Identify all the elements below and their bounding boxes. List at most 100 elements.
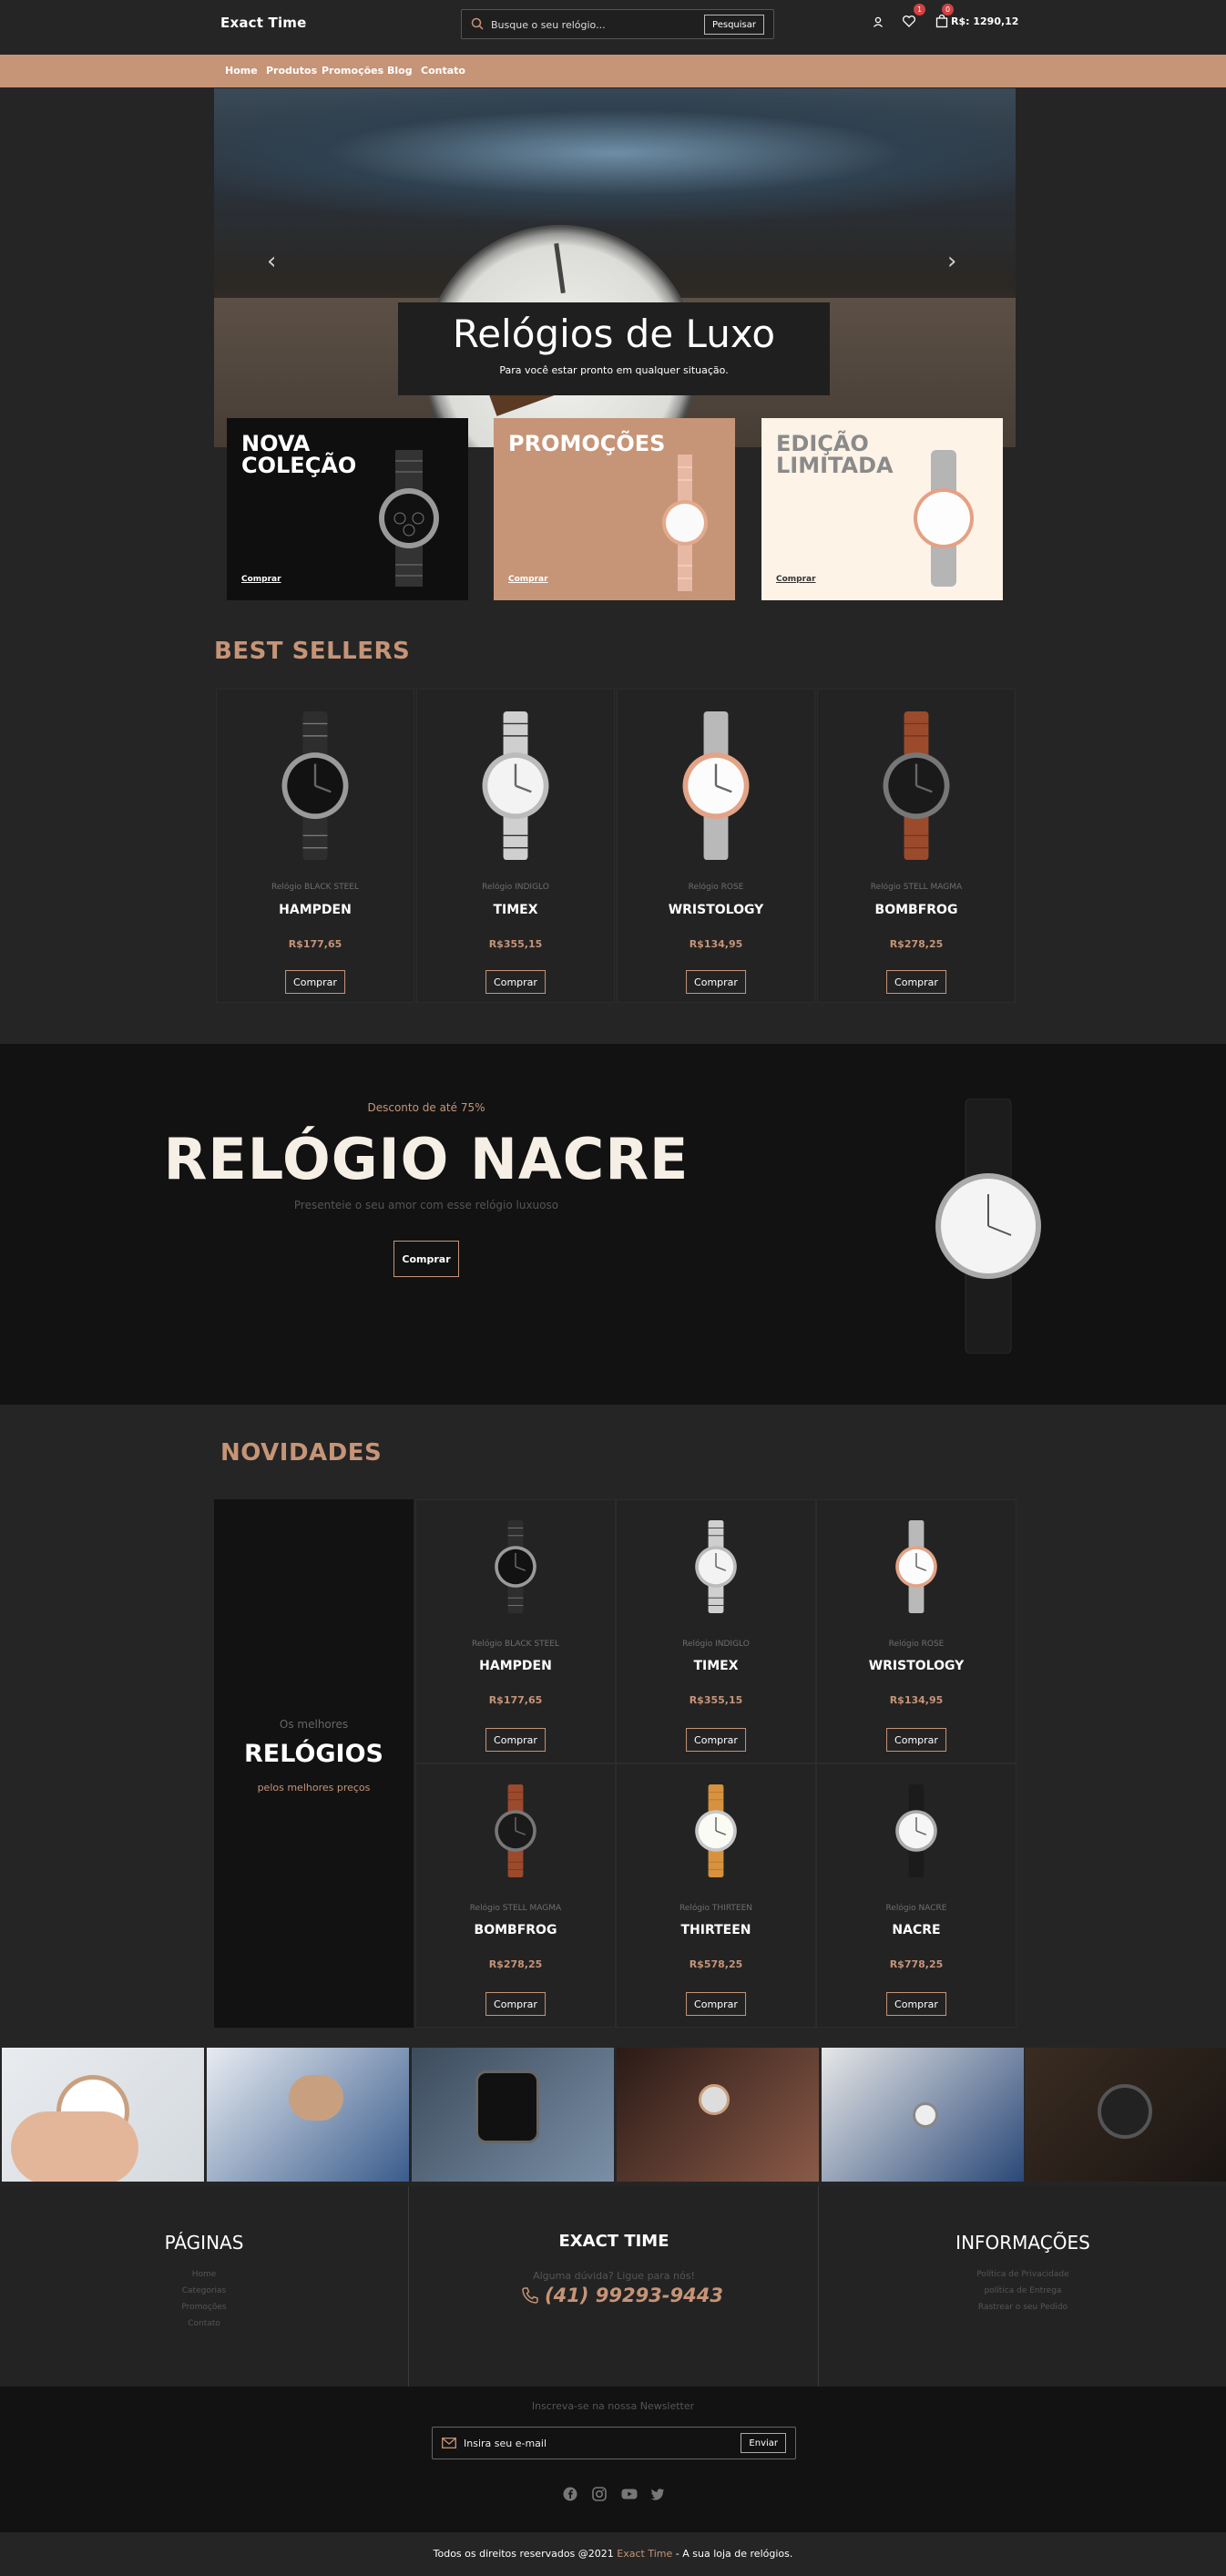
footer-contact-sub: Alguma dúvida? Ligue para nós! <box>533 2270 695 2282</box>
product-image[interactable] <box>873 711 960 864</box>
footer-phone[interactable]: (41) 99293-9443 <box>545 2285 723 2306</box>
product-card[interactable]: Relógio BLACK STEEL HAMPDEN R$177,65 Com… <box>415 1499 616 1763</box>
cart-total[interactable]: R$: 1290,12 <box>951 15 1018 27</box>
product-card[interactable]: Relógio STELL MAGMA BOMBFROG R$278,25 Co… <box>415 1763 616 2028</box>
side-banner-main: RELÓGIOS <box>243 1740 384 1768</box>
product-image[interactable] <box>889 1784 944 1881</box>
product-card[interactable]: Relógio BLACK STEEL HAMPDEN R$177,65 Com… <box>216 689 414 1003</box>
footer-pages-column: PÁGINAS Home Categorias Promoções Contat… <box>0 2186 409 2387</box>
footer-link-contato[interactable]: Contato <box>0 2319 408 2328</box>
product-image[interactable] <box>689 1784 743 1881</box>
gallery-image-2[interactable] <box>207 2048 409 2182</box>
product-name[interactable]: HAMPDEN <box>217 903 414 917</box>
search-button[interactable]: Pesquisar <box>704 15 764 35</box>
promo-card-nova-colecao[interactable]: NOVA COLEÇÃO Comprar <box>227 418 468 600</box>
hero-subtitle: Para você estar pronto em qualquer situa… <box>499 364 729 376</box>
facebook-icon[interactable] <box>563 2487 577 2501</box>
buy-button[interactable]: Comprar <box>886 970 946 994</box>
product-name[interactable]: HAMPDEN <box>416 1659 615 1673</box>
gallery-image-5[interactable] <box>822 2048 1024 2182</box>
product-image[interactable] <box>488 1784 543 1881</box>
newsletter-submit-button[interactable]: Enviar <box>741 2433 786 2453</box>
product-card[interactable]: Relógio ROSE WRISTOLOGY R$134,95 Comprar <box>816 1499 1017 1763</box>
newsletter-email-input[interactable] <box>464 2435 728 2451</box>
search-input[interactable] <box>491 15 700 34</box>
product-image[interactable] <box>472 711 559 864</box>
instagram-icon[interactable] <box>592 2487 607 2501</box>
footer-link-home[interactable]: Home <box>0 2270 408 2279</box>
nav-item-blog[interactable]: Blog <box>387 65 413 77</box>
buy-button[interactable]: Comprar <box>485 1728 546 1752</box>
product-name[interactable]: BOMBFROG <box>416 1923 615 1937</box>
footer-link-privacidade[interactable]: Política de Privacidade <box>820 2270 1226 2279</box>
promo-card-edicao-limitada[interactable]: EDIÇÃO LIMITADA Comprar <box>761 418 1003 600</box>
product-image[interactable] <box>672 711 760 864</box>
banner-buy-button[interactable]: Comprar <box>393 1241 459 1277</box>
product-card[interactable]: Relógio INDIGLO TIMEX R$355,15 Comprar <box>616 1499 816 1763</box>
product-card[interactable]: Relógio ROSE WRISTOLOGY R$134,95 Comprar <box>617 689 815 1003</box>
footer-pages-title: PÁGINAS <box>164 2232 244 2254</box>
footer-link-entrega[interactable]: política de Entrega <box>820 2286 1226 2295</box>
product-card[interactable]: Relógio STELL MAGMA BOMBFROG R$278,25 Co… <box>817 689 1016 1003</box>
cart-count-badge: 0 <box>942 4 954 15</box>
product-image[interactable] <box>889 1520 944 1617</box>
carousel-next-icon[interactable]: › <box>947 248 956 275</box>
nav-item-home[interactable]: Home <box>225 65 258 77</box>
nav-item-contato[interactable]: Contato <box>421 65 465 77</box>
footer-link-promocoes[interactable]: Promoções <box>0 2303 408 2312</box>
brand-logo[interactable]: Exact Time <box>220 15 307 31</box>
product-name[interactable]: WRISTOLOGY <box>618 903 814 917</box>
product-price: R$278,25 <box>488 1958 543 1970</box>
banner-discount: Desconto de até 75% <box>367 1101 485 1114</box>
product-price: R$578,25 <box>689 1958 743 1970</box>
product-card[interactable]: Relógio THIRTEEN THIRTEEN R$578,25 Compr… <box>616 1763 816 2028</box>
buy-button[interactable]: Comprar <box>285 970 345 994</box>
gallery-image-4[interactable] <box>617 2048 819 2182</box>
promo-card-link[interactable]: Comprar <box>241 575 281 584</box>
product-name[interactable]: THIRTEEN <box>617 1923 815 1937</box>
promo-card-promocoes[interactable]: PROMOÇÕES Comprar <box>494 418 735 600</box>
newsletter-title: Inscreva-se na nossa Newsletter <box>531 2400 695 2412</box>
product-name[interactable]: BOMBFROG <box>818 903 1015 917</box>
copyright-text: Todos os direitos reservados @2021 Exact… <box>433 2548 793 2560</box>
footer-link-rastrear[interactable]: Rastrear o seu Pedido <box>820 2303 1226 2312</box>
twitter-icon[interactable] <box>650 2487 665 2501</box>
footer-contact-column: EXACT TIME Alguma dúvida? Ligue para nós… <box>410 2186 819 2387</box>
gallery-image-6[interactable] <box>1025 2048 1226 2182</box>
heart-icon[interactable] <box>902 14 916 28</box>
product-name[interactable]: TIMEX <box>617 1659 815 1673</box>
buy-button[interactable]: Comprar <box>686 1728 746 1752</box>
product-subtitle: Relógio BLACK STEEL <box>471 1640 559 1649</box>
buy-button[interactable]: Comprar <box>886 1992 946 2016</box>
youtube-icon[interactable] <box>621 2487 638 2501</box>
shopping-bag-icon[interactable] <box>935 14 949 28</box>
product-name[interactable]: WRISTOLOGY <box>817 1659 1016 1673</box>
product-card[interactable]: Relógio NACRE NACRE R$778,25 Comprar <box>816 1763 1017 2028</box>
copyright-bar: Todos os direitos reservados @2021 Exact… <box>0 2532 1226 2576</box>
buy-button[interactable]: Comprar <box>485 970 546 994</box>
product-price: R$355,15 <box>689 1694 743 1706</box>
buy-button[interactable]: Comprar <box>485 1992 546 2016</box>
copyright-brand-link[interactable]: Exact Time <box>617 2548 672 2560</box>
promo-card-link[interactable]: Comprar <box>776 575 816 584</box>
product-name[interactable]: TIMEX <box>417 903 614 917</box>
product-image[interactable] <box>488 1520 543 1617</box>
gallery-image-3[interactable] <box>412 2048 614 2182</box>
product-card[interactable]: Relógio INDIGLO TIMEX R$355,15 Comprar <box>416 689 615 1003</box>
product-name[interactable]: NACRE <box>817 1923 1016 1937</box>
product-price: R$134,95 <box>889 1694 944 1706</box>
footer: PÁGINAS Home Categorias Promoções Contat… <box>0 2186 1226 2387</box>
user-icon[interactable] <box>872 15 884 28</box>
buy-button[interactable]: Comprar <box>886 1728 946 1752</box>
buy-button[interactable]: Comprar <box>686 970 746 994</box>
product-image[interactable] <box>689 1520 743 1617</box>
promo-card-link[interactable]: Comprar <box>508 575 548 584</box>
nav-item-produtos[interactable]: Produtos <box>266 65 317 77</box>
footer-link-categorias[interactable]: Categorias <box>0 2286 408 2295</box>
gallery-image-1[interactable] <box>2 2048 204 2182</box>
carousel-prev-icon[interactable]: ‹ <box>267 248 276 275</box>
buy-button[interactable]: Comprar <box>686 1992 746 2016</box>
product-image[interactable] <box>271 711 359 864</box>
promo-card-title: NOVA COLEÇÃO <box>241 431 357 478</box>
nav-item-promocoes[interactable]: Promoções <box>322 65 383 77</box>
